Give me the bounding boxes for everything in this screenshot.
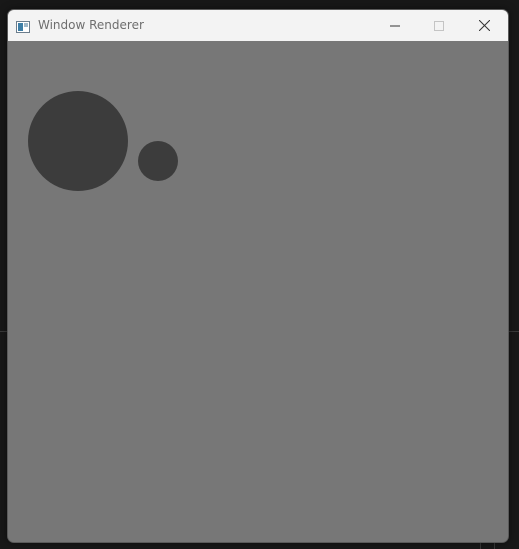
minimize-icon bbox=[389, 16, 400, 35]
small-circle bbox=[138, 141, 178, 181]
maximize-icon bbox=[433, 16, 444, 35]
close-icon bbox=[478, 16, 491, 35]
maximize-button[interactable] bbox=[416, 10, 461, 41]
minimize-button[interactable] bbox=[372, 10, 417, 41]
window-titlebar[interactable]: Window Renderer bbox=[8, 10, 508, 41]
close-button[interactable] bbox=[462, 10, 507, 41]
window-title: Window Renderer bbox=[38, 18, 144, 32]
window-app-icon bbox=[16, 18, 30, 33]
render-surface bbox=[28, 91, 178, 191]
renderer-window: Window Renderer bbox=[7, 9, 509, 543]
render-canvas[interactable] bbox=[8, 41, 508, 542]
large-circle bbox=[28, 91, 128, 191]
